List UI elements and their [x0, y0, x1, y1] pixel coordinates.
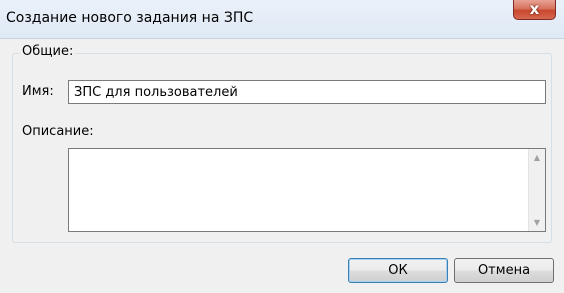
dialog-window: Создание нового задания на ЗПС x Общие: …	[0, 0, 564, 293]
close-button[interactable]: x	[513, 0, 556, 20]
title-bar[interactable]: Создание нового задания на ЗПС x	[0, 0, 564, 39]
scroll-down-arrow-icon[interactable]: ▼	[529, 214, 545, 231]
ok-button[interactable]: ОК	[348, 258, 448, 283]
cancel-button[interactable]: Отмена	[454, 258, 554, 283]
name-input[interactable]	[68, 80, 546, 104]
description-label: Описание:	[22, 124, 94, 139]
name-label: Имя:	[22, 84, 54, 99]
description-textarea[interactable]: ▲ ▼	[68, 148, 546, 232]
scroll-up-arrow-icon[interactable]: ▲	[529, 149, 545, 166]
window-title: Создание нового задания на ЗПС	[6, 10, 254, 26]
general-group-legend: Общие:	[20, 44, 76, 59]
description-scrollbar[interactable]: ▲ ▼	[528, 149, 545, 231]
close-icon: x	[529, 0, 540, 18]
